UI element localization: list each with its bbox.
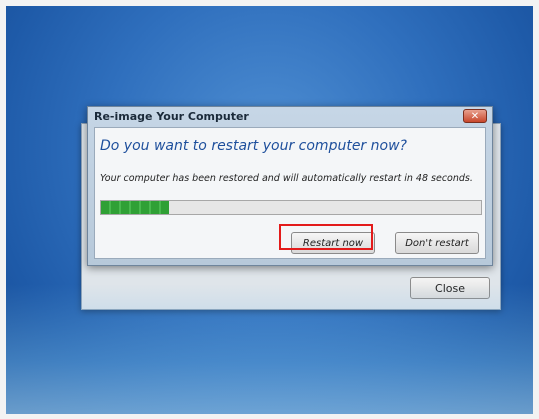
- dialog-content: Do you want to restart your computer now…: [94, 127, 486, 259]
- photo-frame: Close Re-image Your Computer ✕ Do you wa…: [0, 0, 539, 419]
- dialog-title: Re-image Your Computer: [94, 110, 249, 123]
- close-icon[interactable]: ✕: [463, 109, 487, 123]
- countdown-progress-bar: [100, 200, 482, 215]
- dialog-titlebar: Re-image Your Computer ✕: [88, 107, 492, 125]
- close-button[interactable]: Close: [410, 277, 490, 299]
- restart-question-heading: Do you want to restart your computer now…: [100, 138, 407, 154]
- restart-now-button[interactable]: Restart now: [291, 232, 375, 254]
- restart-countdown-message: Your computer has been restored and will…: [100, 173, 473, 184]
- dont-restart-button[interactable]: Don't restart: [395, 232, 479, 254]
- countdown-progress-fill: [101, 201, 170, 214]
- desktop-background: Close Re-image Your Computer ✕ Do you wa…: [6, 6, 533, 414]
- reimage-dialog: Re-image Your Computer ✕ Do you want to …: [87, 106, 493, 266]
